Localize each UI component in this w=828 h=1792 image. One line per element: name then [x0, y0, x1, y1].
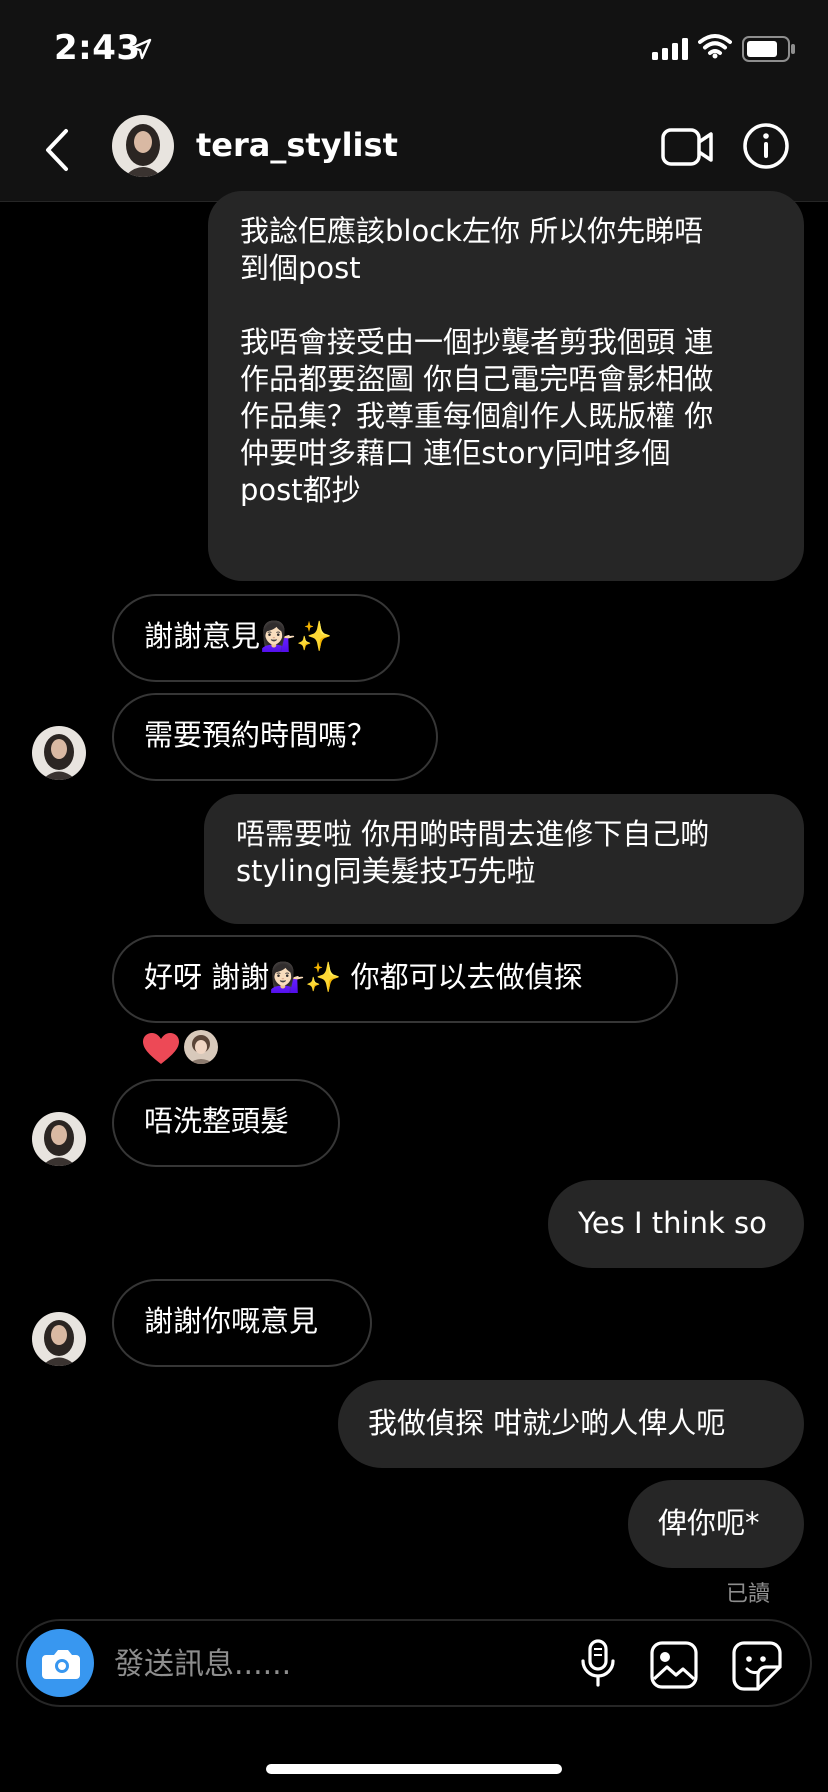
location-arrow-icon: [130, 38, 152, 60]
seen-status: 已讀: [725, 1582, 770, 1607]
avatar[interactable]: [32, 1312, 86, 1366]
gallery-icon[interactable]: [650, 1641, 698, 1689]
avatar[interactable]: [32, 726, 86, 780]
back-icon[interactable]: [40, 125, 74, 175]
signal-icon: [652, 38, 688, 60]
avatar[interactable]: [32, 1112, 86, 1166]
info-icon[interactable]: [742, 122, 790, 170]
status-bar: 2:43: [0, 0, 828, 100]
avatar[interactable]: [112, 115, 174, 177]
status-time: 2:43: [54, 28, 141, 68]
chat-header: tera_stylist: [0, 100, 828, 202]
message-composer: [16, 1619, 812, 1707]
message-received[interactable]: 好呀 謝謝💁🏻‍♀️✨ 你都可以去做偵探: [112, 935, 678, 1023]
home-indicator[interactable]: [266, 1764, 562, 1774]
battery-icon: [742, 36, 795, 62]
message-sent[interactable]: 我做偵探 咁就少啲人俾人呃: [338, 1380, 804, 1468]
message-sent[interactable]: 俾你呃*: [628, 1480, 804, 1568]
message-sent[interactable]: 我諗佢應該block左你 所以你先睇唔 到個post 我唔會接受由一個抄襲者剪我…: [208, 191, 804, 581]
heart-icon: [143, 1033, 179, 1064]
message-received[interactable]: 唔洗整頭髮: [112, 1079, 340, 1167]
camera-button[interactable]: [26, 1629, 94, 1697]
camera-icon: [42, 1650, 80, 1679]
message-sent[interactable]: 唔需要啦 你用啲時間去進修下自己啲 styling同美髮技巧先啦: [204, 794, 804, 924]
avatar: [184, 1030, 218, 1064]
chat-username[interactable]: tera_stylist: [196, 126, 398, 164]
message-received[interactable]: 謝謝意見💁🏻‍♀️✨: [112, 594, 400, 682]
message-sent[interactable]: Yes I think so: [548, 1180, 804, 1268]
wifi-icon: [698, 34, 732, 59]
message-received[interactable]: 謝謝你嘅意見: [112, 1279, 372, 1367]
message-input[interactable]: [112, 1639, 556, 1689]
sticker-icon[interactable]: [732, 1641, 782, 1691]
microphone-icon[interactable]: [580, 1639, 616, 1689]
video-call-icon[interactable]: [660, 122, 714, 172]
message-received[interactable]: 需要預約時間嗎？: [112, 693, 438, 781]
